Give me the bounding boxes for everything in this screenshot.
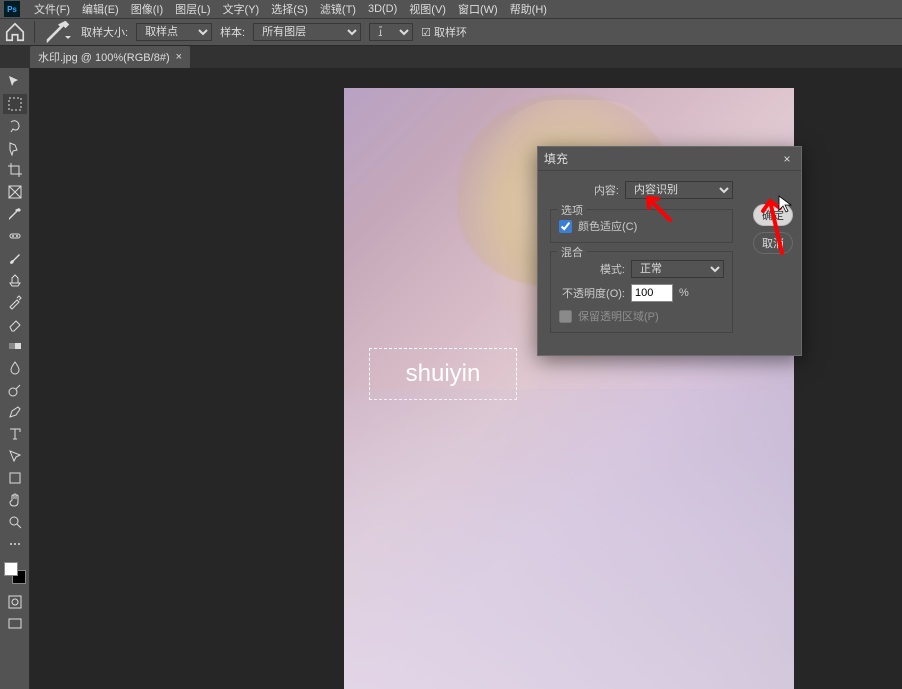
color-adapt-label: 颜色适应(C) <box>578 218 637 234</box>
healing-brush-tool-icon[interactable] <box>3 226 27 246</box>
menu-edit[interactable]: 编辑(E) <box>76 1 125 17</box>
marquee-tool-icon[interactable] <box>3 94 27 114</box>
foreground-background-colors[interactable] <box>4 562 26 584</box>
document-tab-bar: 水印.jpg @ 100%(RGB/8#) × <box>0 46 902 68</box>
options-legend: 选项 <box>557 202 587 218</box>
cursor-icon <box>778 195 792 213</box>
menu-file[interactable]: 文件(F) <box>28 1 76 17</box>
color-adapt-checkbox[interactable] <box>559 220 572 233</box>
clone-stamp-tool-icon[interactable] <box>3 270 27 290</box>
document-tab[interactable]: 水印.jpg @ 100%(RGB/8#) × <box>30 46 190 68</box>
zoom-tool-icon[interactable] <box>3 512 27 532</box>
menu-type[interactable]: 文字(Y) <box>217 1 266 17</box>
frame-tool-icon[interactable] <box>3 182 27 202</box>
move-tool-icon[interactable] <box>3 72 27 92</box>
opacity-unit: % <box>679 287 689 299</box>
sample-label: 样本: <box>220 24 245 40</box>
opacity-input[interactable] <box>631 284 673 302</box>
gradient-tool-icon[interactable] <box>3 336 27 356</box>
dialog-close-icon[interactable]: × <box>779 152 795 166</box>
current-tool-eyedropper-icon[interactable] <box>43 21 73 43</box>
annotation-arrow-icon <box>640 192 674 222</box>
sample-layer-select[interactable]: 所有图层 <box>253 23 361 41</box>
type-tool-icon[interactable] <box>3 424 27 444</box>
blend-legend: 混合 <box>557 244 587 260</box>
hand-tool-icon[interactable] <box>3 490 27 510</box>
dialog-title: 填充 <box>544 150 568 167</box>
tools-panel <box>0 68 30 689</box>
blend-mode-select[interactable]: 正常 <box>631 260 724 278</box>
shape-tool-icon[interactable] <box>3 468 27 488</box>
dialog-titlebar[interactable]: 填充 × <box>538 147 801 171</box>
menu-select[interactable]: 选择(S) <box>265 1 314 17</box>
photoshop-logo-icon: Ps <box>4 1 20 17</box>
lasso-tool-icon[interactable] <box>3 116 27 136</box>
tab-title: 水印.jpg @ 100%(RGB/8#) <box>38 49 170 65</box>
sample-size-select[interactable]: 取样点 <box>136 23 212 41</box>
menu-bar: Ps 文件(F) 编辑(E) 图像(I) 图层(L) 文字(Y) 选择(S) 滤… <box>0 0 902 18</box>
menu-help[interactable]: 帮助(H) <box>504 1 553 17</box>
mode-select[interactable]: 正常 <box>369 23 413 41</box>
menu-filter[interactable]: 滤镜(T) <box>314 1 362 17</box>
menu-3d[interactable]: 3D(D) <box>362 3 403 15</box>
eraser-tool-icon[interactable] <box>3 314 27 334</box>
sample-ring-toggle[interactable]: ☑ 取样环 <box>421 24 467 40</box>
eyedropper-tool-icon[interactable] <box>3 204 27 224</box>
tab-close-icon[interactable]: × <box>176 51 182 63</box>
menu-layer[interactable]: 图层(L) <box>169 1 216 17</box>
crop-tool-icon[interactable] <box>3 160 27 180</box>
dodge-tool-icon[interactable] <box>3 380 27 400</box>
opacity-label: 不透明度(O): <box>559 285 625 301</box>
menu-window[interactable]: 窗口(W) <box>452 1 504 17</box>
foreground-color-swatch[interactable] <box>4 562 18 576</box>
quick-select-tool-icon[interactable] <box>3 138 27 158</box>
menu-image[interactable]: 图像(I) <box>125 1 169 17</box>
sample-size-label: 取样大小: <box>81 24 128 40</box>
separator <box>34 21 35 43</box>
content-label: 内容: <box>594 182 619 198</box>
pen-tool-icon[interactable] <box>3 402 27 422</box>
marquee-selection: shuiyin <box>369 348 517 400</box>
blur-tool-icon[interactable] <box>3 358 27 378</box>
blend-mode-label: 模式: <box>559 261 625 277</box>
edit-toolbar-icon[interactable] <box>3 534 27 554</box>
preserve-transparency-label: 保留透明区域(P) <box>578 308 659 324</box>
screenmode-icon[interactable] <box>3 614 27 634</box>
options-bar: 取样大小: 取样点 样本: 所有图层 正常 ☑ 取样环 <box>0 18 902 46</box>
home-button[interactable] <box>4 21 26 43</box>
path-select-tool-icon[interactable] <box>3 446 27 466</box>
watermark-text: shuiyin <box>406 360 481 388</box>
brush-tool-icon[interactable] <box>3 248 27 268</box>
quickmask-icon[interactable] <box>3 592 27 612</box>
preserve-transparency-checkbox <box>559 310 572 323</box>
menu-view[interactable]: 视图(V) <box>403 1 452 17</box>
history-brush-tool-icon[interactable] <box>3 292 27 312</box>
